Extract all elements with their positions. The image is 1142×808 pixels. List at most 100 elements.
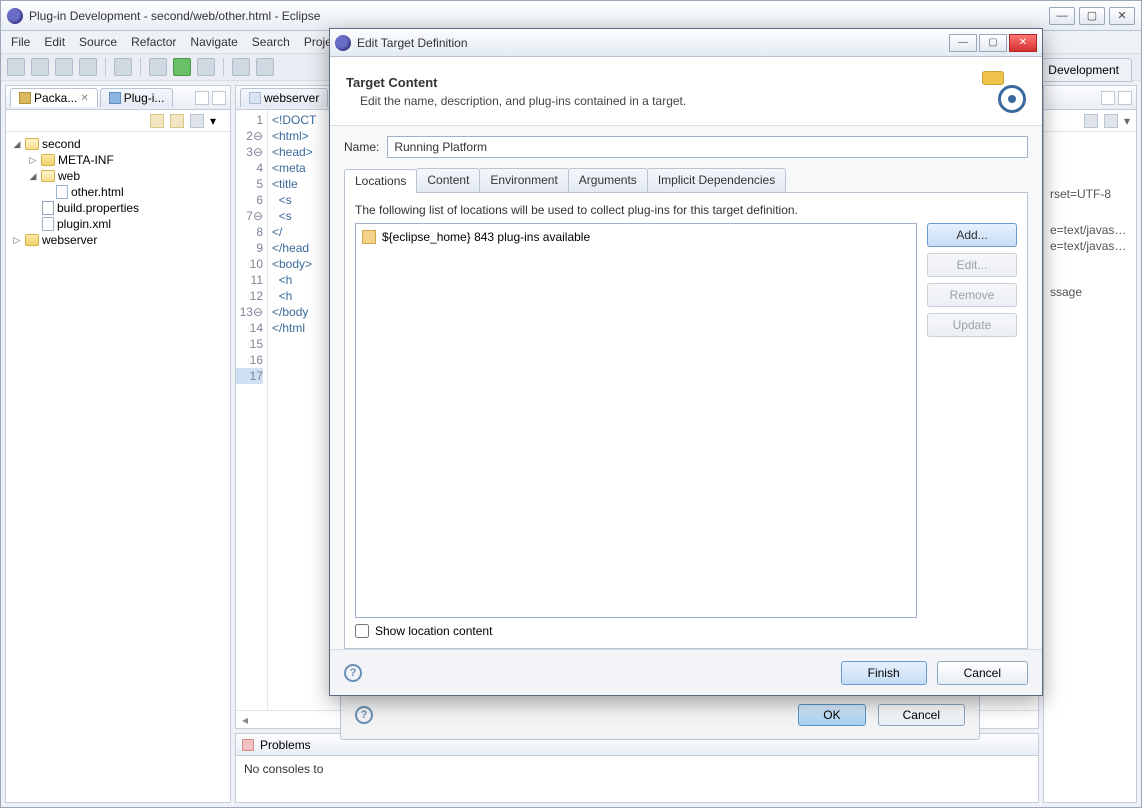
- tab-problems[interactable]: Problems: [260, 738, 311, 752]
- target-icon: [982, 69, 1026, 113]
- eclipse-icon: [7, 8, 23, 24]
- dialog-subtext: Edit the name, description, and plug-ins…: [346, 94, 970, 108]
- run-last-icon[interactable]: [197, 58, 215, 76]
- outline-content[interactable]: rset=UTF-8 e=text/javascrip e=text/javas…: [1044, 132, 1136, 304]
- help-icon[interactable]: ?: [355, 706, 373, 724]
- tab-arguments[interactable]: Arguments: [568, 168, 648, 192]
- minimize-icon[interactable]: [1101, 91, 1115, 105]
- view-tabs: Packa... ✕ Plug-i...: [6, 86, 230, 110]
- minimize-button[interactable]: —: [1049, 7, 1075, 25]
- outline-item[interactable]: ssage: [1050, 284, 1130, 300]
- menu-edit[interactable]: Edit: [38, 33, 71, 51]
- collapse-icon[interactable]: [150, 114, 164, 128]
- dialog-minimize-button[interactable]: —: [949, 34, 977, 52]
- close-button[interactable]: ✕: [1109, 7, 1135, 25]
- window-title: Plug-in Development - second/web/other.h…: [29, 9, 1049, 23]
- menu-search[interactable]: Search: [246, 33, 296, 51]
- outline-item[interactable]: e=text/javascrip: [1050, 222, 1130, 238]
- remove-button[interactable]: Remove: [927, 283, 1017, 307]
- outline-item[interactable]: e=text/javascrip: [1050, 238, 1130, 254]
- tab-description: The following list of locations will be …: [355, 203, 1017, 217]
- maximize-button[interactable]: ▢: [1079, 7, 1105, 25]
- plugin-icon: [109, 92, 121, 104]
- outline-item[interactable]: rset=UTF-8: [1050, 186, 1130, 202]
- sort-icon[interactable]: [1084, 114, 1098, 128]
- locations-list[interactable]: ${eclipse_home} 843 plug-ins available: [355, 223, 917, 618]
- expander-icon[interactable]: ◢: [12, 139, 22, 150]
- tab-label: Packa...: [34, 91, 77, 105]
- tree-item[interactable]: web: [58, 169, 80, 183]
- dialog-close-button[interactable]: ✕: [1009, 34, 1037, 52]
- show-location-content-checkbox[interactable]: [355, 624, 369, 638]
- menu-refactor[interactable]: Refactor: [125, 33, 182, 51]
- location-item[interactable]: ${eclipse_home} 843 plug-ins available: [362, 230, 910, 244]
- package-icon: [19, 92, 31, 104]
- wand-icon[interactable]: [114, 58, 132, 76]
- help-icon[interactable]: ?: [344, 664, 362, 682]
- view-toolbar: ▾: [6, 110, 230, 132]
- tab-plugins[interactable]: Plug-i...: [100, 88, 174, 107]
- name-field-row: Name:: [344, 136, 1028, 158]
- run-icon[interactable]: [173, 58, 191, 76]
- editor-tab-webserver[interactable]: webserver: [240, 88, 328, 107]
- expander-icon[interactable]: ◢: [28, 171, 38, 182]
- finish-button[interactable]: Finish: [841, 661, 927, 685]
- code-content[interactable]: <!DOCT<html><head><meta<title <s <s</</h…: [268, 110, 320, 710]
- link-icon[interactable]: [170, 114, 184, 128]
- cancel-button[interactable]: Cancel: [878, 704, 965, 726]
- menu-navigate[interactable]: Navigate: [184, 33, 243, 51]
- print-icon[interactable]: [79, 58, 97, 76]
- tree-item[interactable]: plugin.xml: [57, 217, 111, 231]
- minimize-icon[interactable]: [195, 91, 209, 105]
- filter-icon[interactable]: [1104, 114, 1118, 128]
- save-icon[interactable]: [31, 58, 49, 76]
- tab-locations[interactable]: Locations: [344, 169, 417, 193]
- tab-content[interactable]: Content: [416, 168, 480, 192]
- project-tree[interactable]: ◢ second ▷ META-INF ◢ web other.html build.…: [6, 132, 230, 252]
- maximize-icon[interactable]: [212, 91, 226, 105]
- refresh-icon[interactable]: [256, 58, 274, 76]
- expander-icon[interactable]: ▷: [12, 235, 22, 246]
- tree-item[interactable]: other.html: [71, 185, 124, 199]
- tab-package-explorer[interactable]: Packa... ✕: [10, 88, 98, 107]
- debug-icon[interactable]: [149, 58, 167, 76]
- menu-icon[interactable]: ▾: [210, 114, 224, 128]
- tab-implicit-dependencies[interactable]: Implicit Dependencies: [647, 168, 786, 192]
- perspective-development[interactable]: Development: [1035, 58, 1132, 82]
- name-input[interactable]: [387, 136, 1028, 158]
- edit-target-definition-dialog: Edit Target Definition — ▢ ✕ Target Cont…: [329, 28, 1043, 696]
- tree-item[interactable]: webserver: [42, 233, 97, 247]
- new-icon[interactable]: [7, 58, 25, 76]
- dialog-body: Name: Locations Content Environment Argu…: [330, 126, 1042, 649]
- edit-button[interactable]: Edit...: [927, 253, 1017, 277]
- separator: [223, 58, 224, 76]
- dialog-title: Edit Target Definition: [357, 36, 949, 50]
- project-icon: [25, 138, 39, 150]
- window-controls: — ▢ ✕: [1049, 7, 1135, 25]
- saveall-icon[interactable]: [55, 58, 73, 76]
- dialog-maximize-button[interactable]: ▢: [979, 34, 1007, 52]
- eclipse-icon: [335, 35, 351, 51]
- tab-environment[interactable]: Environment: [479, 168, 568, 192]
- new-plugin-icon[interactable]: [232, 58, 250, 76]
- tab-label: Plug-i...: [124, 91, 165, 105]
- main-titlebar: Plug-in Development - second/web/other.h…: [1, 1, 1141, 31]
- project-icon: [25, 234, 39, 246]
- tree-item[interactable]: META-INF: [58, 153, 114, 167]
- ok-button[interactable]: OK: [798, 704, 865, 726]
- filter-icon[interactable]: [190, 114, 204, 128]
- tree-item[interactable]: build.properties: [57, 201, 139, 215]
- menu-file[interactable]: File: [5, 33, 36, 51]
- cancel-button[interactable]: Cancel: [937, 661, 1028, 685]
- tree-item[interactable]: second: [42, 137, 81, 151]
- menu-source[interactable]: Source: [73, 33, 123, 51]
- menu-dropdown-icon[interactable]: ▾: [1124, 114, 1130, 128]
- underlying-dialog-footer: ? OK Cancel: [340, 690, 980, 740]
- expander-icon[interactable]: ▷: [28, 155, 38, 166]
- update-button[interactable]: Update: [927, 313, 1017, 337]
- maximize-icon[interactable]: [1118, 91, 1132, 105]
- outline-toolbar: ▾: [1044, 110, 1136, 132]
- add-button[interactable]: Add...: [927, 223, 1017, 247]
- close-icon[interactable]: ✕: [80, 93, 88, 104]
- problems-icon: [242, 739, 254, 751]
